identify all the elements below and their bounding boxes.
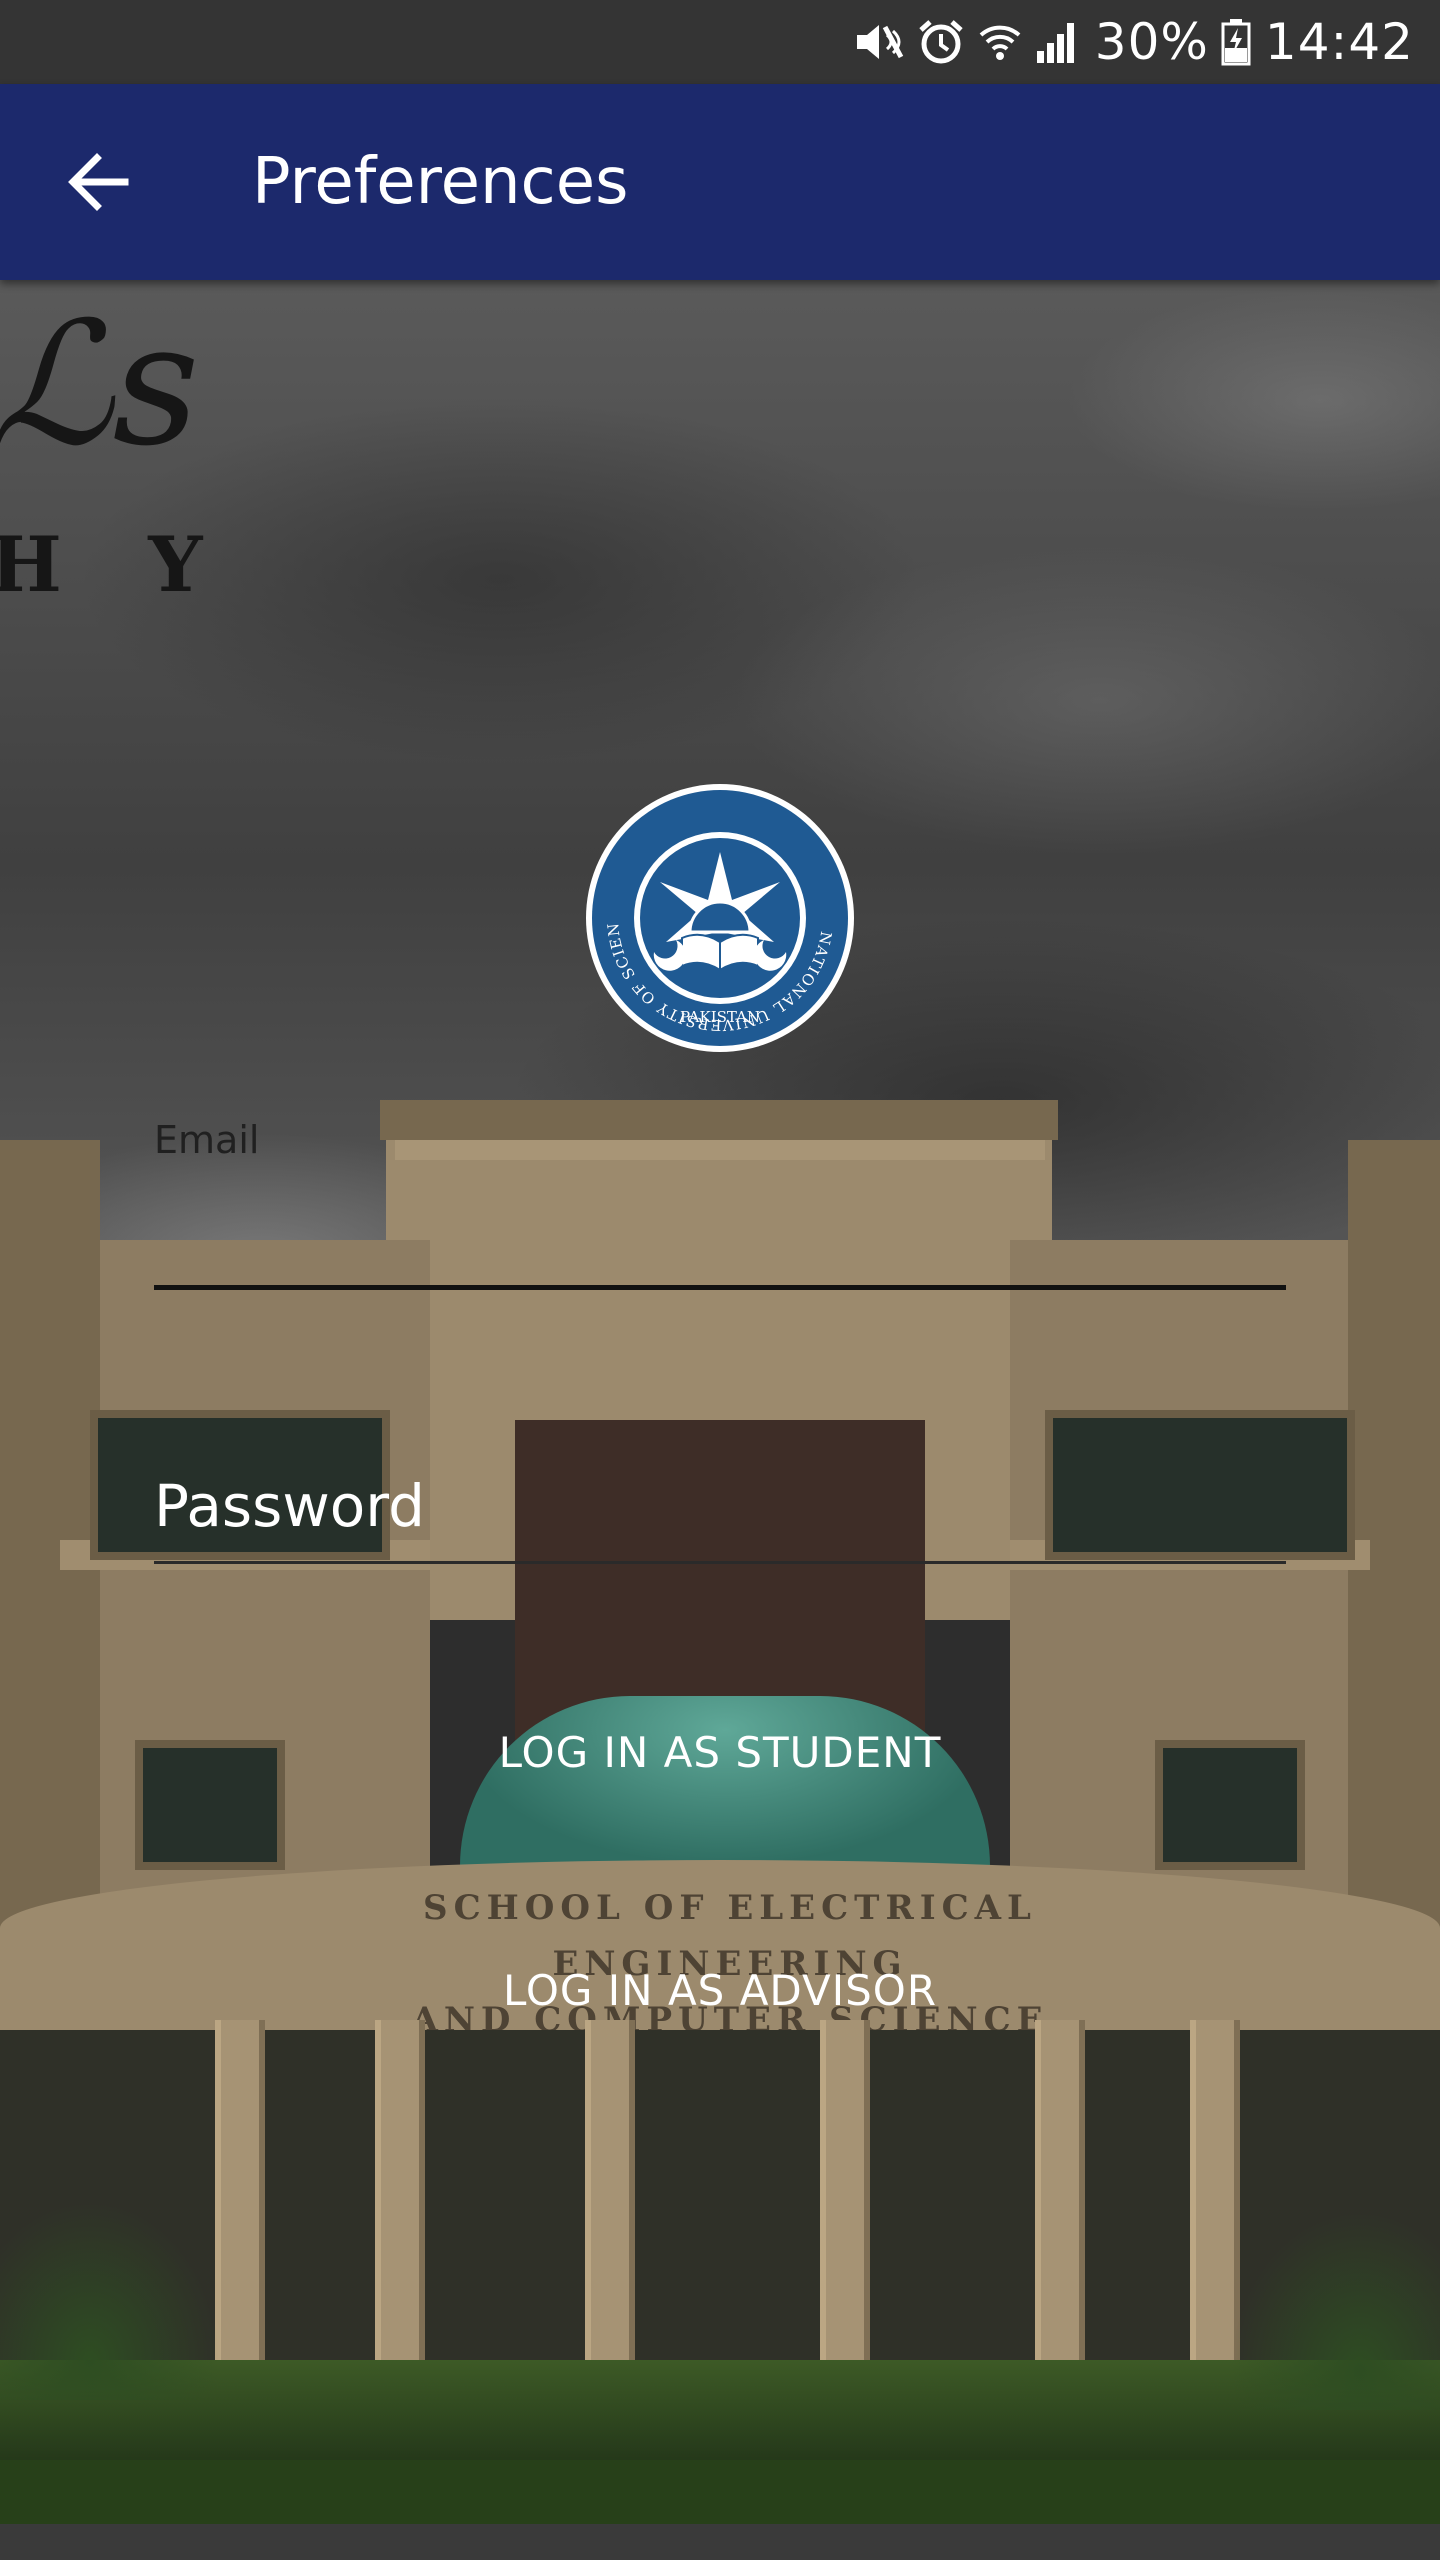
palm-plant bbox=[0, 2200, 220, 2400]
system-nav-bar bbox=[0, 2524, 1440, 2560]
page-title: Preferences bbox=[252, 145, 629, 219]
building-tower-ledge bbox=[395, 1140, 1045, 1160]
login-advisor-button[interactable]: LOG IN AS ADVISOR bbox=[370, 1935, 1070, 2045]
app-bar: Preferences bbox=[0, 84, 1440, 280]
watermark-script: ℒs bbox=[0, 286, 200, 484]
arrow-left-icon bbox=[68, 153, 129, 211]
column bbox=[375, 2020, 425, 2390]
battery-charging-icon bbox=[1221, 18, 1251, 66]
lawn bbox=[0, 2460, 1440, 2524]
login-screen: 30% 14:42 Preferences ℒs H Y SCHOOL OF E… bbox=[0, 0, 1440, 2560]
building-tower-cornice bbox=[380, 1100, 1058, 1140]
column bbox=[585, 2020, 635, 2390]
campus-building-photo: ℒs H Y SCHOOL OF ELECTRICAL ENGINEERING A… bbox=[0, 280, 1440, 2524]
palm-plant bbox=[1230, 2210, 1440, 2410]
mute-icon bbox=[853, 19, 905, 65]
clock: 14:42 bbox=[1264, 13, 1414, 71]
password-field[interactable] bbox=[154, 1450, 1286, 1564]
column bbox=[820, 2020, 870, 2390]
signal-icon bbox=[1035, 19, 1081, 65]
nust-seal-logo: NATIONAL UNIVERSITY OF SCIENCES & TECHNO… bbox=[584, 782, 854, 1052]
email-field[interactable] bbox=[154, 1170, 1286, 1290]
seal-bottom-text: PAKISTAN bbox=[680, 1008, 760, 1026]
email-label: Email bbox=[154, 1118, 260, 1162]
column bbox=[215, 2020, 265, 2390]
battery-percent: 30% bbox=[1094, 13, 1209, 71]
status-bar: 30% 14:42 bbox=[0, 0, 1440, 84]
column bbox=[1035, 2020, 1085, 2390]
login-student-button[interactable]: LOG IN AS STUDENT bbox=[370, 1697, 1070, 1807]
window bbox=[135, 1740, 285, 1870]
window bbox=[1155, 1740, 1305, 1870]
wifi-icon bbox=[977, 19, 1023, 65]
alarm-icon bbox=[917, 18, 965, 66]
back-button[interactable] bbox=[42, 132, 152, 232]
watermark-letters: H Y bbox=[0, 520, 233, 609]
